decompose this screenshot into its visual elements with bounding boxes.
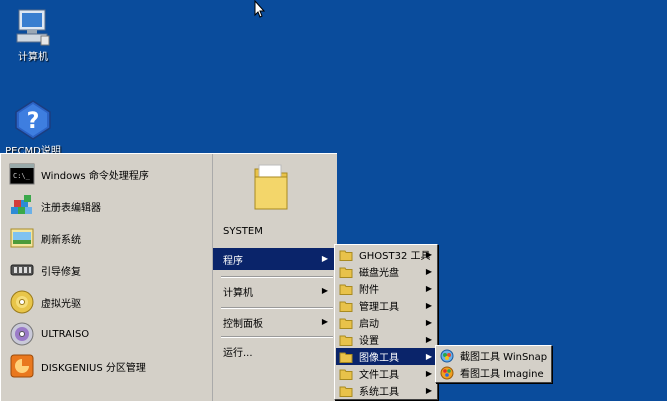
programs-item-accessories[interactable]: 附件 ▶ (336, 280, 436, 297)
folder-icon (339, 284, 353, 295)
place-label: 程序 (223, 255, 243, 267)
programs-item-label: GHOST32 工具 (359, 251, 431, 262)
start-item-label: 虚拟光驱 (41, 298, 81, 310)
programs-item-label: 管理工具 (359, 302, 399, 313)
folder-icon (339, 267, 353, 278)
programs-item-label: 启动 (359, 319, 379, 330)
desktop-icon-label: 计算机 (18, 52, 48, 63)
menu-separator (221, 276, 333, 278)
help-icon: ? (15, 100, 51, 140)
winsnap-icon (440, 349, 454, 362)
folder-icon (339, 369, 353, 380)
chevron-right-icon: ▶ (425, 250, 432, 259)
chevron-right-icon: ▶ (425, 352, 432, 361)
place-run[interactable]: 运行... (213, 340, 334, 362)
start-item-boot-repair[interactable]: 引导修复 (1, 254, 212, 286)
programs-item-file-tools[interactable]: 文件工具 ▶ (336, 365, 436, 382)
chevron-right-icon: ▶ (321, 254, 328, 263)
place-label: 控制面板 (223, 318, 263, 330)
image-tool-label: 看图工具 Imagine (460, 369, 544, 380)
svg-text:C:\_: C:\_ (13, 172, 31, 180)
image-tool-label: 截图工具 WinSnap (460, 352, 548, 363)
programs-item-label: 系统工具 (359, 387, 399, 398)
start-item-label: 注册表编辑器 (41, 202, 101, 214)
programs-item-admin-tools[interactable]: 管理工具 ▶ (336, 297, 436, 314)
ultraiso-disc-icon (10, 322, 34, 346)
place-label: 计算机 (223, 287, 253, 299)
image-tool-winsnap[interactable]: 截图工具 WinSnap (437, 347, 550, 364)
mouse-cursor-icon (254, 0, 266, 18)
folder-icon (339, 352, 353, 363)
programs-item-label: 图像工具 (359, 353, 399, 364)
chevron-right-icon: ▶ (321, 286, 328, 295)
start-menu-pinned-list: C:\_ Windows 命令处理程序 注册表编辑器 刷新系统 引导修复 虚拟光… (1, 154, 213, 401)
chevron-right-icon: ▶ (425, 301, 432, 310)
image-tools-submenu: 截图工具 WinSnap 看图工具 Imagine (435, 345, 552, 383)
start-menu: C:\_ Windows 命令处理程序 注册表编辑器 刷新系统 引导修复 虚拟光… (0, 153, 337, 401)
chevron-right-icon: ▶ (425, 318, 432, 327)
place-system[interactable]: SYSTEM (213, 220, 334, 242)
virtual-drive-icon (10, 290, 34, 314)
programs-item-label: 设置 (359, 336, 379, 347)
boot-repair-icon (10, 264, 34, 276)
chevron-right-icon: ▶ (321, 317, 328, 326)
registry-editor-icon (11, 195, 32, 214)
start-item-diskgenius[interactable]: DISKGENIUS 分区管理 (1, 350, 212, 382)
programs-submenu: GHOST32 工具 ▶ 磁盘光盘 ▶ 附件 ▶ 管理工具 ▶ 启动 ▶ 设置 … (334, 244, 438, 400)
svg-text:?: ? (27, 109, 40, 134)
desktop-icon-computer[interactable]: 计算机 (0, 6, 68, 63)
start-item-ultraiso[interactable]: ULTRAISO (1, 318, 212, 350)
programs-item-ghost32[interactable]: GHOST32 工具 ▶ (336, 246, 436, 263)
programs-item-image-tools[interactable]: 图像工具 ▶ (336, 348, 436, 365)
cmd-icon: C:\_ (9, 163, 35, 185)
menu-separator (221, 336, 333, 338)
chevron-right-icon: ▶ (425, 386, 432, 395)
place-control-panel[interactable]: 控制面板 ▶ (213, 311, 334, 333)
start-item-label: DISKGENIUS 分区管理 (41, 362, 146, 374)
start-item-cmd[interactable]: C:\_ Windows 命令处理程序 (1, 158, 212, 190)
menu-separator (221, 307, 333, 309)
computer-icon (16, 9, 50, 46)
start-menu-places: SYSTEM 程序 ▶ 计算机 ▶ 控制面板 ▶ 运行... (213, 154, 337, 401)
user-folder-icon (254, 164, 288, 210)
image-tool-imagine[interactable]: 看图工具 Imagine (437, 364, 550, 381)
imagine-icon (440, 366, 454, 379)
desktop-icon-pecmd-help[interactable]: ? PECMD说明 (0, 100, 68, 157)
chevron-right-icon: ▶ (425, 267, 432, 276)
start-item-label: 引导修复 (41, 266, 81, 278)
chevron-right-icon: ▶ (425, 369, 432, 378)
chevron-right-icon: ▶ (425, 284, 432, 293)
programs-item-label: 磁盘光盘 (359, 268, 399, 279)
start-item-label: 刷新系统 (41, 234, 81, 246)
programs-item-label: 附件 (359, 285, 379, 296)
folder-icon (339, 386, 353, 397)
place-programs[interactable]: 程序 ▶ (213, 248, 334, 270)
diskgenius-icon (10, 354, 34, 378)
place-label: 运行... (223, 347, 253, 359)
folder-icon (339, 318, 353, 329)
start-item-label: ULTRAISO (41, 328, 90, 340)
refresh-system-icon (10, 228, 34, 248)
folder-icon (339, 301, 353, 312)
programs-item-settings[interactable]: 设置 ▶ (336, 331, 436, 348)
place-computer[interactable]: 计算机 ▶ (213, 280, 334, 302)
start-item-regedit[interactable]: 注册表编辑器 (1, 190, 212, 222)
programs-item-startup[interactable]: 启动 ▶ (336, 314, 436, 331)
chevron-right-icon: ▶ (425, 335, 432, 344)
start-item-refresh[interactable]: 刷新系统 (1, 222, 212, 254)
start-item-label: Windows 命令处理程序 (41, 170, 149, 182)
start-item-virtual-drive[interactable]: 虚拟光驱 (1, 286, 212, 318)
place-label: SYSTEM (223, 225, 263, 237)
folder-icon (339, 250, 353, 261)
programs-item-disk-optical[interactable]: 磁盘光盘 ▶ (336, 263, 436, 280)
folder-icon (339, 335, 353, 346)
programs-item-label: 文件工具 (359, 370, 399, 381)
programs-item-system-tools[interactable]: 系统工具 ▶ (336, 382, 436, 399)
